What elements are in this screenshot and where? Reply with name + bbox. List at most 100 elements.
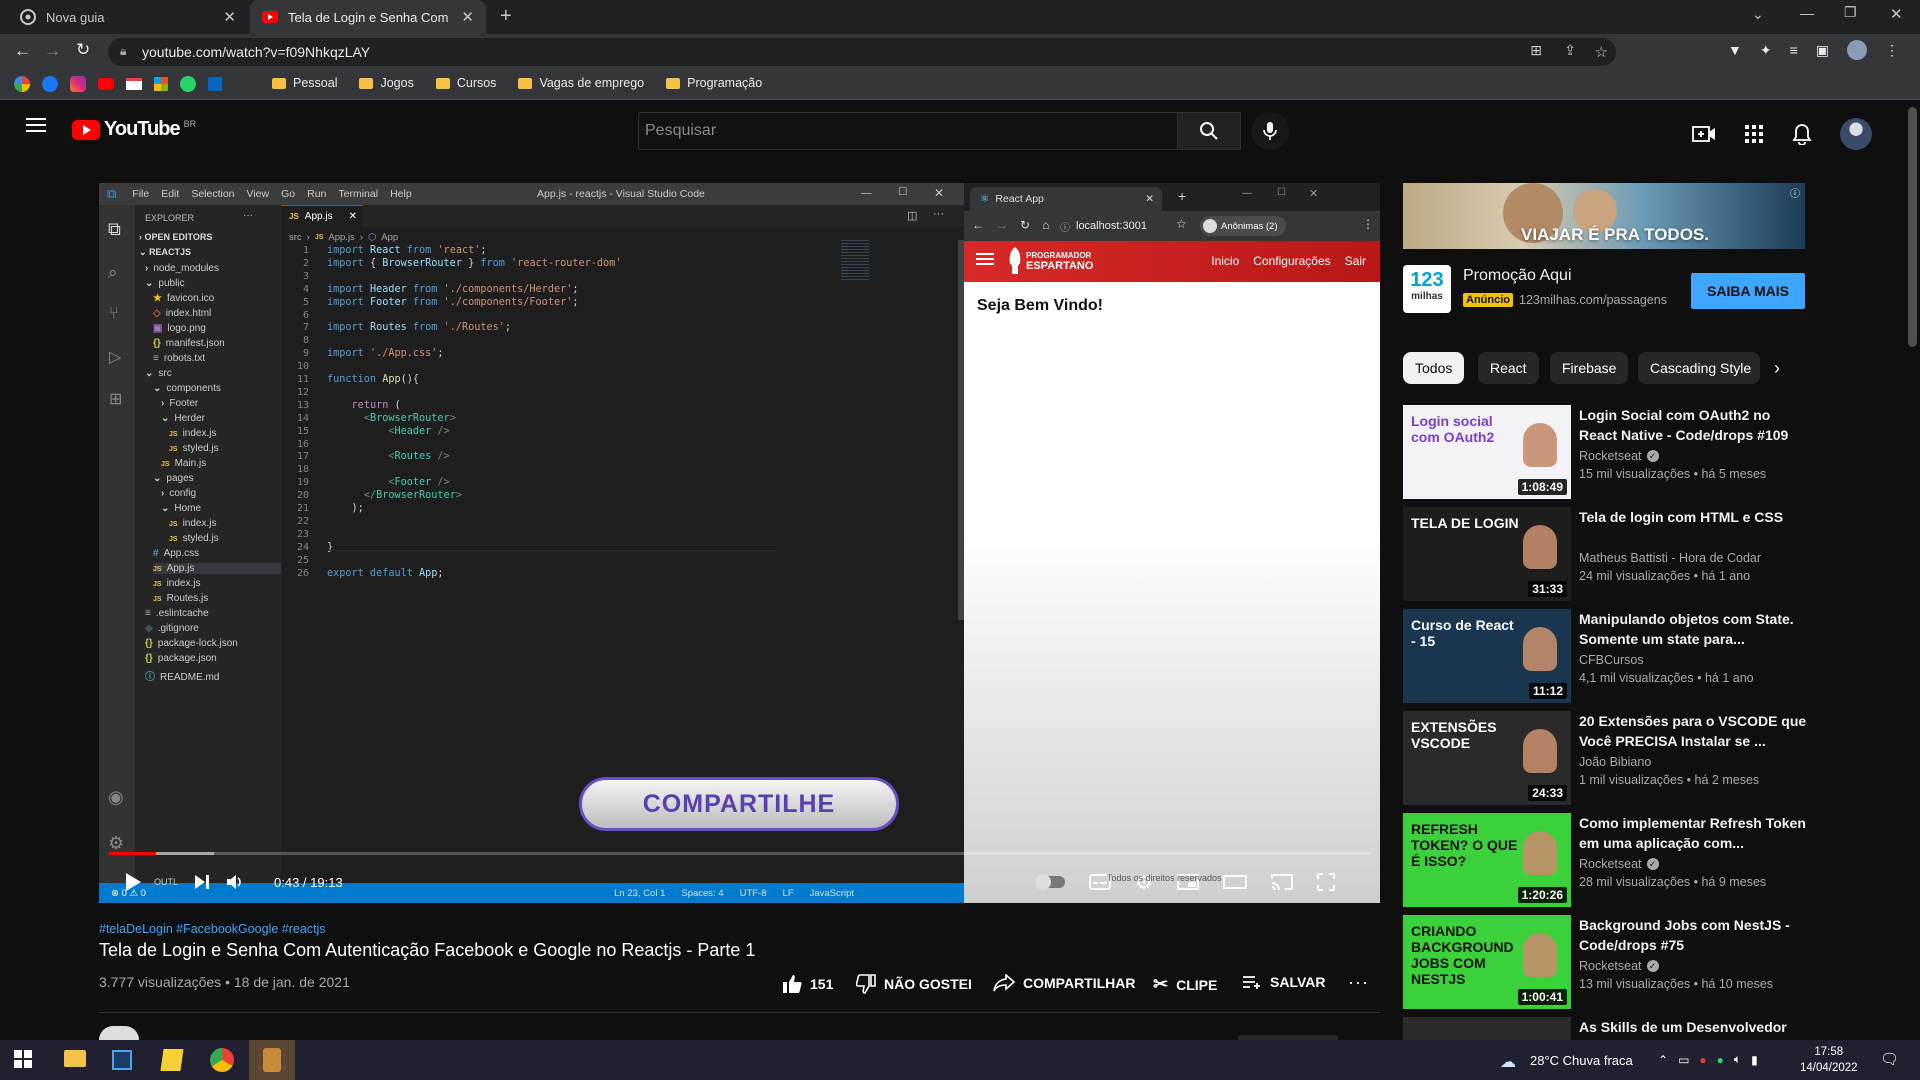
clip-button[interactable]: ✂ CLIPE — [1153, 974, 1217, 995]
file-tree-item[interactable]: ▣ logo.png — [153, 323, 206, 334]
close-window-icon[interactable]: ✕ — [1309, 187, 1318, 200]
menu-item[interactable]: Terminal — [338, 188, 378, 200]
code-line[interactable]: return ( — [327, 400, 401, 411]
file-tree-item[interactable]: ⌄ components — [153, 383, 221, 394]
restore-icon[interactable]: ☐ — [1277, 187, 1286, 198]
file-tree-item[interactable]: ≡ .eslintcache — [145, 608, 209, 619]
user-avatar[interactable] — [1840, 118, 1872, 150]
whatsapp-tray-icon[interactable]: ● — [1717, 1053, 1724, 1067]
file-tree-item[interactable]: ⌄ src — [145, 368, 172, 379]
hamburger-menu-icon[interactable] — [976, 252, 994, 266]
open-editors-section[interactable]: › OPEN EDITORS — [139, 232, 212, 242]
code-line[interactable]: </BrowserRouter> — [327, 490, 462, 501]
code-line[interactable]: import Header from './components/Herder'… — [327, 284, 579, 295]
split-editor-icon[interactable]: ◫ — [907, 209, 917, 222]
code-line[interactable]: } — [327, 542, 333, 553]
nav-link-sair[interactable]: Sair — [1345, 254, 1366, 268]
file-tree-item[interactable]: ◆ .gitignore — [145, 623, 199, 634]
minimize-icon[interactable]: — — [1800, 5, 1814, 21]
windows-start-icon[interactable] — [14, 1050, 32, 1068]
address-bar[interactable]: 🔒︎ youtube.com/watch?v=f09NhkqzLAY ☆ ⇪ ⊞ — [108, 38, 1616, 66]
minimize-icon[interactable]: — — [1242, 188, 1252, 199]
autoplay-toggle[interactable] — [1035, 874, 1065, 890]
recommended-video[interactable]: TELA DE LOGIN 31:33 Tela de login com HTML… — [1403, 507, 1813, 603]
code-line[interactable]: import './App.css'; — [327, 348, 444, 359]
recommended-video-title[interactable]: Login Social com OAuth2 no React Native … — [1579, 405, 1811, 445]
video-thumbnail[interactable]: REFRESH TOKEN? O QUE É ISSO? 1:20:26 — [1403, 813, 1571, 907]
file-tree-item[interactable]: ⌄ public — [145, 278, 185, 289]
file-tree-item[interactable]: ⌄ Home — [161, 503, 201, 514]
file-tree-item[interactable]: ≡ robots.txt — [153, 353, 205, 364]
accounts-icon[interactable]: ◉ — [108, 787, 124, 808]
code-line[interactable]: export default App; — [327, 568, 444, 579]
file-tree-item[interactable]: {} manifest.json — [153, 338, 225, 349]
menu-item[interactable]: Help — [390, 188, 412, 200]
channel-name[interactable]: CFBCursos — [1579, 653, 1644, 667]
run-debug-icon[interactable]: ▷ — [109, 347, 121, 367]
youtube-logo[interactable]: YouTube BR — [72, 118, 196, 141]
ad-logo[interactable]: 123 milhas — [1403, 265, 1451, 313]
microsoft-store-icon[interactable] — [112, 1050, 132, 1070]
file-tree-item[interactable]: ⌄ pages — [153, 473, 194, 484]
bookmark-star-icon[interactable]: ☆ — [1176, 217, 1187, 231]
recommended-video[interactable]: As Skills de um Desenvolvedor — [1403, 1017, 1813, 1040]
tab-youtube-video[interactable]: Tela de Login e Senha Com Autent ✕ — [250, 0, 486, 34]
more-actions-icon[interactable]: ··· — [1348, 972, 1369, 993]
notifications-icon[interactable]: 🗨︎ — [1880, 1050, 1899, 1068]
recommended-video-title[interactable]: Background Jobs com NestJS - Code/drops … — [1579, 915, 1811, 955]
fullscreen-icon[interactable] — [1316, 873, 1335, 891]
project-section[interactable]: ⌄ REACTJS — [139, 247, 191, 258]
recommended-video-title[interactable]: As Skills de um Desenvolvedor — [1579, 1017, 1811, 1037]
install-app-icon[interactable]: ⊞ — [1530, 42, 1542, 59]
youtube-icon[interactable] — [98, 78, 114, 90]
volume-icon[interactable]: 🔈︎ — [1734, 1052, 1741, 1067]
status-indent[interactable]: Spaces: 4 — [681, 888, 723, 899]
channel-name[interactable]: João Bibiano — [1579, 755, 1651, 769]
bookmark-folder-programacao[interactable]: Programação — [666, 76, 762, 90]
file-tree-item[interactable]: {} package-lock.json — [145, 638, 238, 649]
file-tree-item[interactable]: JS Routes.js — [153, 593, 208, 604]
close-tab-icon[interactable]: ✕ — [461, 8, 474, 26]
code-line[interactable]: function App(){ — [327, 374, 419, 385]
recommended-video-title[interactable]: 20 Extensões para o VSCODE que Você PREC… — [1579, 711, 1811, 751]
channel-name[interactable]: Rocketseat — [1579, 959, 1642, 973]
profile-avatar-icon[interactable] — [1847, 40, 1867, 60]
facebook-icon[interactable] — [42, 76, 58, 92]
ad-cta-button[interactable]: SAIBA MAIS — [1691, 273, 1805, 309]
progress-bar[interactable] — [109, 852, 1370, 855]
code-line[interactable]: import { BrowserRouter } from 'react-rou… — [327, 258, 621, 269]
status-eol[interactable]: LF — [783, 888, 794, 899]
vscode-minimize-icon[interactable]: — — [861, 187, 872, 199]
battery-icon[interactable]: ▮ — [1751, 1053, 1758, 1067]
like-button[interactable]: 151 — [782, 974, 833, 994]
menu-item[interactable]: Go — [281, 188, 295, 200]
ad-title[interactable]: Promoção Aqui — [1463, 267, 1572, 285]
incognito-profile-chip[interactable]: Anônimas (2) — [1200, 216, 1286, 236]
chip-todos[interactable]: Todos — [1403, 352, 1465, 384]
extensions-puzzle-icon[interactable]: ✦ — [1760, 42, 1772, 59]
bookmark-folder-vagas[interactable]: Vagas de emprego — [518, 76, 644, 90]
file-tree-item[interactable]: ⌄ Herder — [161, 413, 205, 424]
bookmark-star-icon[interactable]: ☆ — [1595, 43, 1608, 61]
notifications-bell-icon[interactable] — [1792, 123, 1812, 145]
close-tab-icon[interactable]: ✕ — [1145, 193, 1154, 205]
inner-tab-react-app[interactable]: ⚛ React App ✕ — [970, 187, 1162, 211]
code-line[interactable]: import Routes from './Routes'; — [327, 322, 511, 333]
antivirus-icon[interactable]: ● — [1699, 1053, 1706, 1067]
reload-icon[interactable]: ↻ — [1020, 218, 1030, 232]
explorer-files-icon[interactable]: ⧉ — [108, 219, 121, 240]
recommended-video-title[interactable]: Manipulando objetos com State. Somente u… — [1579, 609, 1811, 649]
page-scrollbar[interactable] — [1905, 101, 1920, 1040]
channel-name[interactable]: Rocketseat — [1579, 449, 1642, 463]
file-tree-item[interactable]: › config — [161, 488, 196, 499]
menu-item[interactable]: View — [247, 188, 270, 200]
channel-name[interactable]: Matheus Battisti - Hora de Codar — [1579, 551, 1761, 565]
apps-grid-icon[interactable] — [1744, 124, 1764, 144]
code-line[interactable]: import Footer from './components/Footer'… — [327, 297, 579, 308]
video-thumbnail[interactable]: Curso de React - 15 11:12 — [1403, 609, 1571, 703]
close-tab-icon[interactable]: ✕ — [349, 211, 357, 222]
vscode-maximize-icon[interactable]: ☐ — [898, 186, 907, 198]
site-logo[interactable]: PROGRAMADOR ESPARTANO — [1008, 247, 1093, 275]
file-tree-item[interactable]: JS index.js — [153, 578, 200, 589]
restore-icon[interactable]: ❐ — [1844, 4, 1857, 21]
